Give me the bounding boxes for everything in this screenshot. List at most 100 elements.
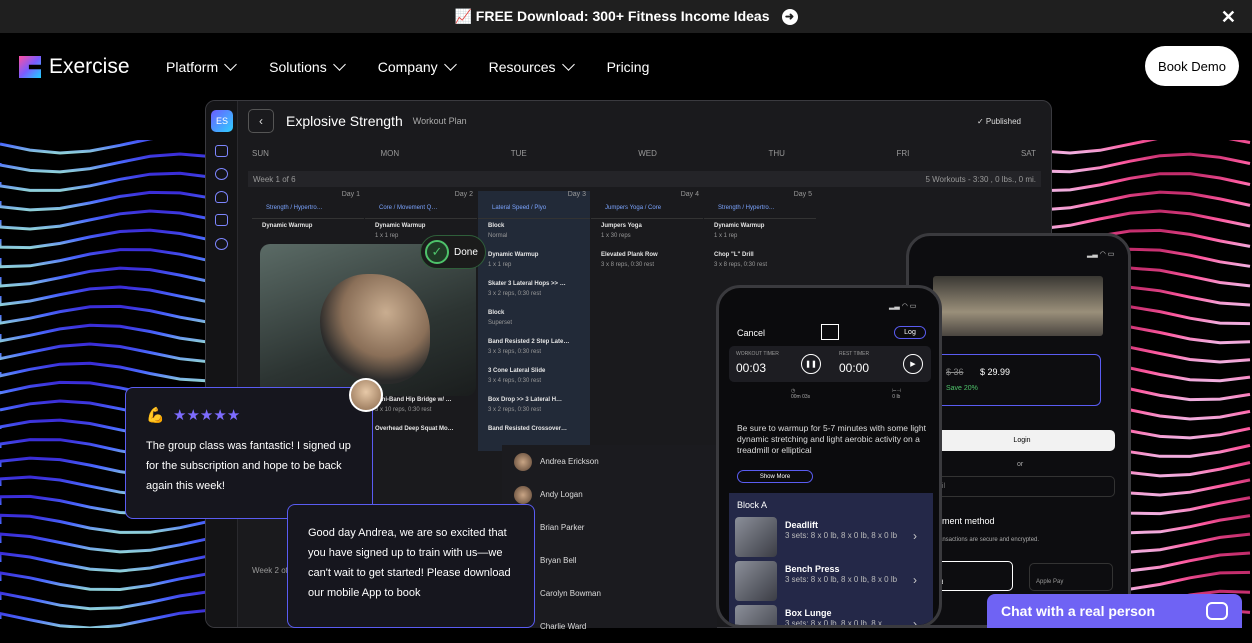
chat-bubble-icon[interactable]: [1206, 602, 1228, 620]
calendar-icon[interactable]: [215, 145, 228, 157]
block-a: Block A Deadlift 3 sets: 8 x 0 lb, 8 x 0 …: [729, 493, 933, 625]
day-column: Day 4 Jumpers Yoga / Core Jumpers Yoga 1 x …: [591, 191, 703, 451]
chevron-right-icon[interactable]: ›: [913, 617, 917, 625]
price-box[interactable]: $ 36 $ 29.99 Save 20%: [933, 354, 1101, 406]
exercise-name: Dynamic Warmup: [375, 223, 426, 229]
done-label: Done: [454, 246, 478, 258]
gear-icon[interactable]: [215, 238, 228, 250]
exercise-row[interactable]: Bench Press 3 sets: 8 x 0 lb, 8 x 0 lb, 8…: [729, 561, 933, 605]
workspace-badge[interactable]: ES: [211, 110, 233, 132]
login-button[interactable]: Login: [929, 430, 1115, 451]
week-selector[interactable]: Week 1 of 6: [253, 175, 296, 184]
exercise-item[interactable]: Dynamic Warmup 1 x 1 rep: [704, 223, 816, 252]
workout-header[interactable]: Strength / Hypertro…: [704, 205, 816, 219]
exercise-item[interactable]: Chop "L" Drill 3 x 8 reps, 0:30 rest: [704, 252, 816, 281]
workout-stats: ◷ 00m 03s ⊢⊣ 0 lb: [791, 388, 901, 400]
exercise-row[interactable]: Deadlift 3 sets: 8 x 0 lb, 8 x 0 lb, 8 x …: [729, 517, 933, 561]
client-name: Andrea Erickson: [540, 457, 599, 466]
exercise-item[interactable]: Skater 3 Lateral Hops >> … 3 x 2 reps, 0:…: [478, 281, 590, 310]
exercise-thumbnail: [735, 605, 777, 625]
wave-line: [0, 266, 241, 288]
client-row[interactable]: Andy Logan: [502, 478, 717, 511]
exercise-name: 3 Cone Lateral Slide: [488, 368, 546, 374]
day-label: Day 3: [567, 191, 586, 198]
promo-banner-text[interactable]: 📈 FREE Download: 300+ Fitness Income Ide…: [454, 8, 769, 25]
brand-name: Exercise: [49, 55, 130, 78]
exercise-info: Box Lunge 3 sets: 8 x 0 lb, 8 x 0 lb, 8 x: [785, 605, 905, 625]
close-icon[interactable]: ✕: [1221, 7, 1236, 28]
day-label: Day 4: [680, 191, 699, 198]
log-button[interactable]: Log: [894, 326, 926, 339]
client-name: Carolyn Bowman: [540, 589, 601, 598]
exercise-item[interactable]: Dynamic Warmup 1 x 1 rep: [478, 252, 590, 281]
arrow-right-circle-icon[interactable]: ➜: [781, 8, 798, 25]
exercise-meta: 1 x 30 reps: [601, 233, 631, 239]
app-sidebar: ES: [206, 101, 238, 627]
weekday-label: SAT: [1020, 149, 1036, 158]
weekday-label: SUN: [252, 149, 269, 158]
workout-header[interactable]: Core / Movement Q…: [365, 205, 477, 219]
nav-item-solutions[interactable]: Solutions: [269, 58, 346, 75]
exercise-item[interactable]: 3 Cone Lateral Slide 3 x 4 reps, 0:30 res…: [478, 368, 590, 397]
wave-line: [0, 304, 241, 326]
new-price: $ 29.99: [980, 367, 1011, 377]
exercise-item[interactable]: Jumpers Yoga 1 x 30 reps: [591, 223, 703, 252]
cancel-button[interactable]: Cancel: [737, 328, 765, 338]
exercise-meta: Superset: [488, 320, 513, 326]
nav-item-pricing[interactable]: Pricing: [607, 59, 650, 75]
old-price: $ 36: [946, 367, 964, 377]
rest-timer-label: REST TIMER: [839, 351, 870, 357]
show-more-button[interactable]: Show More: [737, 470, 813, 483]
week-bar[interactable]: Week 1 of 6 5 Workouts - 3:30 , 0 lbs., …: [248, 171, 1041, 187]
promo-banner[interactable]: 📈 FREE Download: 300+ Fitness Income Ide…: [0, 0, 1252, 33]
chevron-right-icon[interactable]: ›: [913, 573, 917, 605]
avatar: [514, 452, 532, 471]
nav-item-platform[interactable]: Platform: [166, 58, 237, 75]
wave-line: [1038, 140, 1251, 155]
duration-stat: ◷ 00m 03s: [791, 388, 811, 400]
exercise-item[interactable]: Block Normal: [478, 223, 590, 252]
apple-pay-option[interactable]: Apple Pay: [1029, 563, 1113, 591]
exercise-row[interactable]: Box Lunge 3 sets: 8 x 0 lb, 8 x 0 lb, 8 x…: [729, 605, 933, 625]
brand-logo[interactable]: Exercise: [19, 55, 130, 79]
exercise-meta: 3 x 10 reps, 0:30 rest: [375, 407, 432, 413]
workout-header[interactable]: Jumpers Yoga / Core: [591, 205, 703, 219]
exercise-item[interactable]: Band Resisted 2 Step Late… 3 x 3 reps, 0:…: [478, 339, 590, 368]
exercise-name: Deadlift: [785, 520, 819, 530]
play-icon[interactable]: ▶: [903, 354, 923, 374]
wave-line: [0, 532, 241, 554]
rating-stars: ★★★★★: [173, 407, 241, 424]
exercise-item[interactable]: Block Superset: [478, 310, 590, 339]
book-demo-button[interactable]: Book Demo: [1145, 46, 1239, 86]
plan-header: ‹ Explosive Strength Workout Plan ✓ Publ…: [248, 109, 1041, 133]
warmup-description: Be sure to warmup for 5-7 minutes with s…: [737, 423, 926, 455]
group-icon[interactable]: [215, 214, 228, 226]
nav-label: Company: [377, 59, 438, 75]
chat-widget[interactable]: Chat with a real person: [987, 594, 1242, 628]
exercise-meta: Normal: [488, 233, 508, 239]
pause-icon[interactable]: ❚❚: [801, 354, 821, 374]
nav-label: Platform: [166, 59, 219, 75]
exercise-item[interactable]: Overhead Deep Squat Mo…: [365, 426, 477, 455]
published-status[interactable]: ✓ Published: [977, 117, 1021, 126]
exercise-sets: 3 sets: 8 x 0 lb, 8 x 0 lb, 8 x 0 lb: [785, 531, 898, 540]
main-nav: Exercise Platform Solutions Company Reso…: [0, 33, 1252, 99]
chevron-right-icon[interactable]: ›: [913, 529, 917, 561]
chevron-down-icon: [332, 58, 346, 71]
dollar-icon[interactable]: [215, 168, 228, 180]
exercise-item[interactable]: Box Drop >> 3 Lateral H… 3 x 2 reps, 0:30…: [478, 397, 590, 426]
client-row[interactable]: Andrea Erickson: [502, 445, 717, 478]
exercise-item[interactable]: Elevated Plank Row 3 x 8 reps, 0:30 rest: [591, 252, 703, 281]
nav-item-resources[interactable]: Resources: [489, 58, 575, 75]
workout-header[interactable]: Lateral Speed / Plyo: [478, 205, 590, 219]
exercise-item[interactable]: Mini-Band Hip Bridge w/ … 3 x 10 reps, 0:…: [365, 397, 477, 426]
email-field[interactable]: ail: [929, 476, 1115, 497]
exercise-name: Block: [488, 310, 505, 316]
workout-header[interactable]: Strength / Hypertro…: [252, 205, 364, 219]
back-button[interactable]: ‹: [248, 109, 274, 133]
plan-type: Workout Plan: [412, 116, 467, 126]
weekday-label: WED: [638, 149, 657, 158]
nav-item-company[interactable]: Company: [377, 58, 457, 75]
user-icon[interactable]: [215, 191, 228, 203]
chat-label[interactable]: Chat with a real person: [1001, 603, 1155, 619]
